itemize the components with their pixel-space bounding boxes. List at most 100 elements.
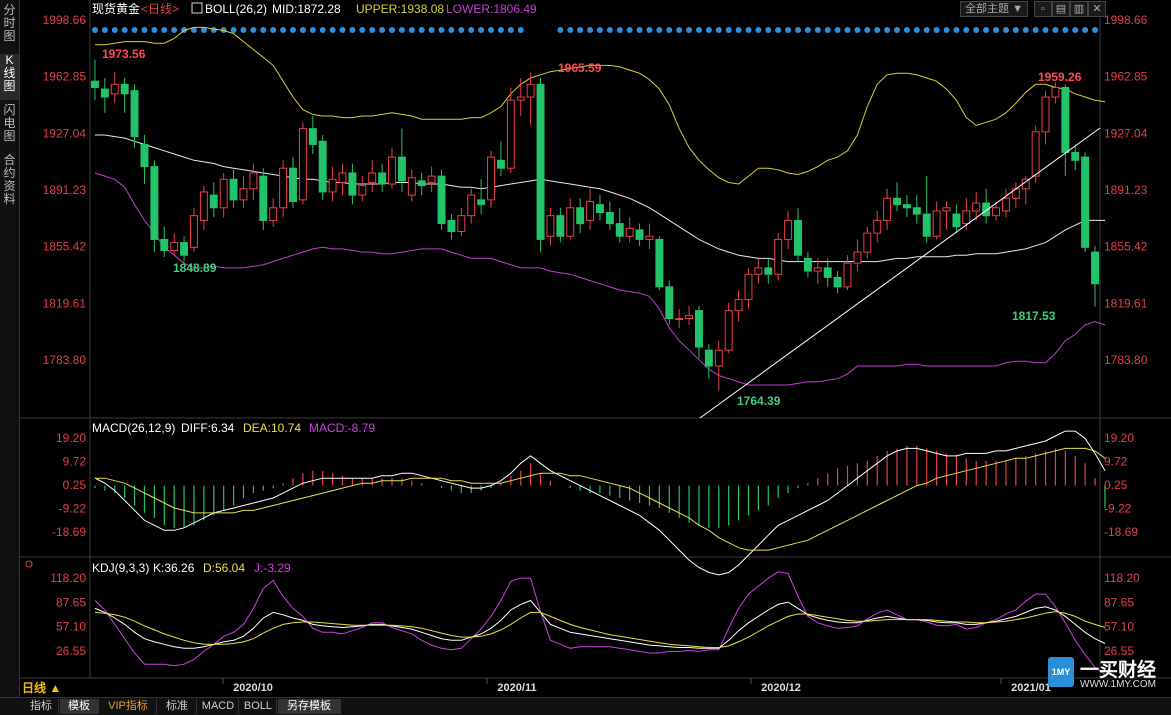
kdj-axis-label-left: 87.65 xyxy=(56,595,86,609)
candle-body xyxy=(516,96,525,101)
window-close-icon[interactable]: ✕ xyxy=(1088,1,1106,17)
kline-chart[interactable]: 现货黄金 <日线> BOLL(26,2) MID:1872.28 UPPER:1938.… xyxy=(0,0,1171,714)
candle-body xyxy=(447,219,456,233)
tab-save-template[interactable]: 另存模板 xyxy=(278,699,341,714)
signal-dot xyxy=(517,27,524,33)
signal-dot xyxy=(101,27,108,33)
candle-body xyxy=(863,232,872,253)
signal-dot xyxy=(606,27,613,33)
signal-dot xyxy=(379,27,386,33)
signal-dot xyxy=(745,27,752,33)
window-restore-icon[interactable]: ▫ xyxy=(1034,1,1052,17)
candle-body xyxy=(883,197,892,221)
annotation-low-3: 1817.53 xyxy=(1012,309,1056,323)
kdj-axis-label-left: 26.55 xyxy=(56,644,86,658)
logo-name: 一买财经 xyxy=(1080,660,1157,681)
annotation-high-2: 1965.59 xyxy=(558,61,602,75)
candle-body xyxy=(209,194,218,209)
signal-dot xyxy=(1082,27,1089,33)
bottom-toolbar: 指标 模板 VIP指标 标准 MACD BOLL 另存模板 xyxy=(0,697,1171,715)
kdj-k: K:36.26 xyxy=(153,561,195,575)
candle-body xyxy=(328,178,337,193)
chevron-down-icon: ▼ xyxy=(1012,3,1023,15)
candle-body xyxy=(407,177,416,196)
signal-dot xyxy=(943,27,950,33)
signal-dot xyxy=(616,27,623,33)
macd-axis-label-left: -18.69 xyxy=(52,525,86,539)
signal-dot xyxy=(715,27,722,33)
macd-axis-label-right: -9.22 xyxy=(1104,502,1132,516)
signal-dot xyxy=(151,27,158,33)
kdj-title: KDJ(9,3,3) xyxy=(92,561,149,575)
candle-body xyxy=(457,215,466,233)
tab-time-chart[interactable]: 分时图 xyxy=(0,4,19,50)
signal-dot xyxy=(448,27,455,33)
boll-lower: LOWER:1806.49 xyxy=(446,2,537,16)
candle-body xyxy=(566,207,575,237)
signal-dot xyxy=(309,27,316,33)
macd-dea: DEA:10.74 xyxy=(243,421,301,435)
tab-vip-indicators[interactable]: VIP指标 xyxy=(100,699,157,714)
signal-dot xyxy=(963,27,970,33)
window-layout-icon[interactable]: ▥ xyxy=(1070,1,1088,17)
candle-body xyxy=(635,229,644,240)
time-axis-label: 2020/12 xyxy=(761,682,801,694)
macd-axis-label-right: 19.20 xyxy=(1104,431,1134,445)
window-split-icon[interactable]: ▤ xyxy=(1052,1,1070,17)
candle-body xyxy=(229,178,238,201)
signal-dot xyxy=(626,27,633,33)
signal-dot xyxy=(765,27,772,33)
candle-body xyxy=(269,207,278,221)
kdj-axis-label-right: 87.65 xyxy=(1104,595,1134,609)
signal-dot xyxy=(794,27,801,33)
candle-body xyxy=(784,219,793,240)
tab-standard[interactable]: 标准 xyxy=(158,699,197,714)
signal-dot xyxy=(408,27,415,33)
signal-dot xyxy=(1032,27,1039,33)
time-axis-label: 2021/01 xyxy=(1011,682,1051,694)
candle-body xyxy=(665,286,674,320)
tab-macd[interactable]: MACD xyxy=(198,699,239,714)
kdj-axis-label-right: 118.20 xyxy=(1104,571,1140,585)
boll-mid: MID:1872.28 xyxy=(272,2,341,16)
signal-dot xyxy=(755,27,762,33)
candle-body xyxy=(774,238,783,275)
candle-body xyxy=(219,178,228,209)
signal-dot xyxy=(874,27,881,33)
boll-name: BOLL(26,2) xyxy=(205,2,267,16)
candle-body xyxy=(120,83,129,95)
signal-dot xyxy=(468,27,475,33)
candle-body xyxy=(1001,197,1010,212)
tab-boll[interactable]: BOLL xyxy=(240,699,277,714)
theme-select[interactable]: 全部主题 ▼ xyxy=(960,1,1028,17)
tab-kline-chart[interactable]: K线图 xyxy=(0,54,19,100)
signal-dot xyxy=(349,27,356,33)
tab-letter: 图 xyxy=(3,129,16,143)
signal-dot xyxy=(814,27,821,33)
signal-dot xyxy=(923,27,930,33)
period-button[interactable]: 日线 ▲ xyxy=(22,680,61,696)
signal-dot xyxy=(686,27,693,33)
tab-contract-info[interactable]: 合约资料 xyxy=(0,154,19,214)
candle-body xyxy=(526,83,535,98)
signal-dot xyxy=(577,27,584,33)
candle-body xyxy=(180,242,189,256)
macd-axis-label-right: 0.25 xyxy=(1104,478,1128,492)
candle-body xyxy=(803,257,812,272)
candle-body xyxy=(1061,87,1070,153)
signal-dot xyxy=(1062,27,1069,33)
signal-dot xyxy=(210,27,217,33)
tab-templates[interactable]: 模板 xyxy=(60,699,99,714)
candle-body xyxy=(249,172,258,190)
tab-flash-chart[interactable]: 闪电图 xyxy=(0,104,19,150)
candle-body xyxy=(695,310,703,348)
signal-dot xyxy=(587,27,594,33)
candle-body xyxy=(170,242,179,251)
signal-dot xyxy=(973,27,980,33)
candle-body xyxy=(199,191,208,221)
tab-letter: 图 xyxy=(3,79,16,93)
signal-dot xyxy=(389,27,396,33)
signal-dot xyxy=(240,27,247,33)
tab-indicators[interactable]: 指标 xyxy=(24,699,59,714)
candle-body xyxy=(813,267,822,272)
